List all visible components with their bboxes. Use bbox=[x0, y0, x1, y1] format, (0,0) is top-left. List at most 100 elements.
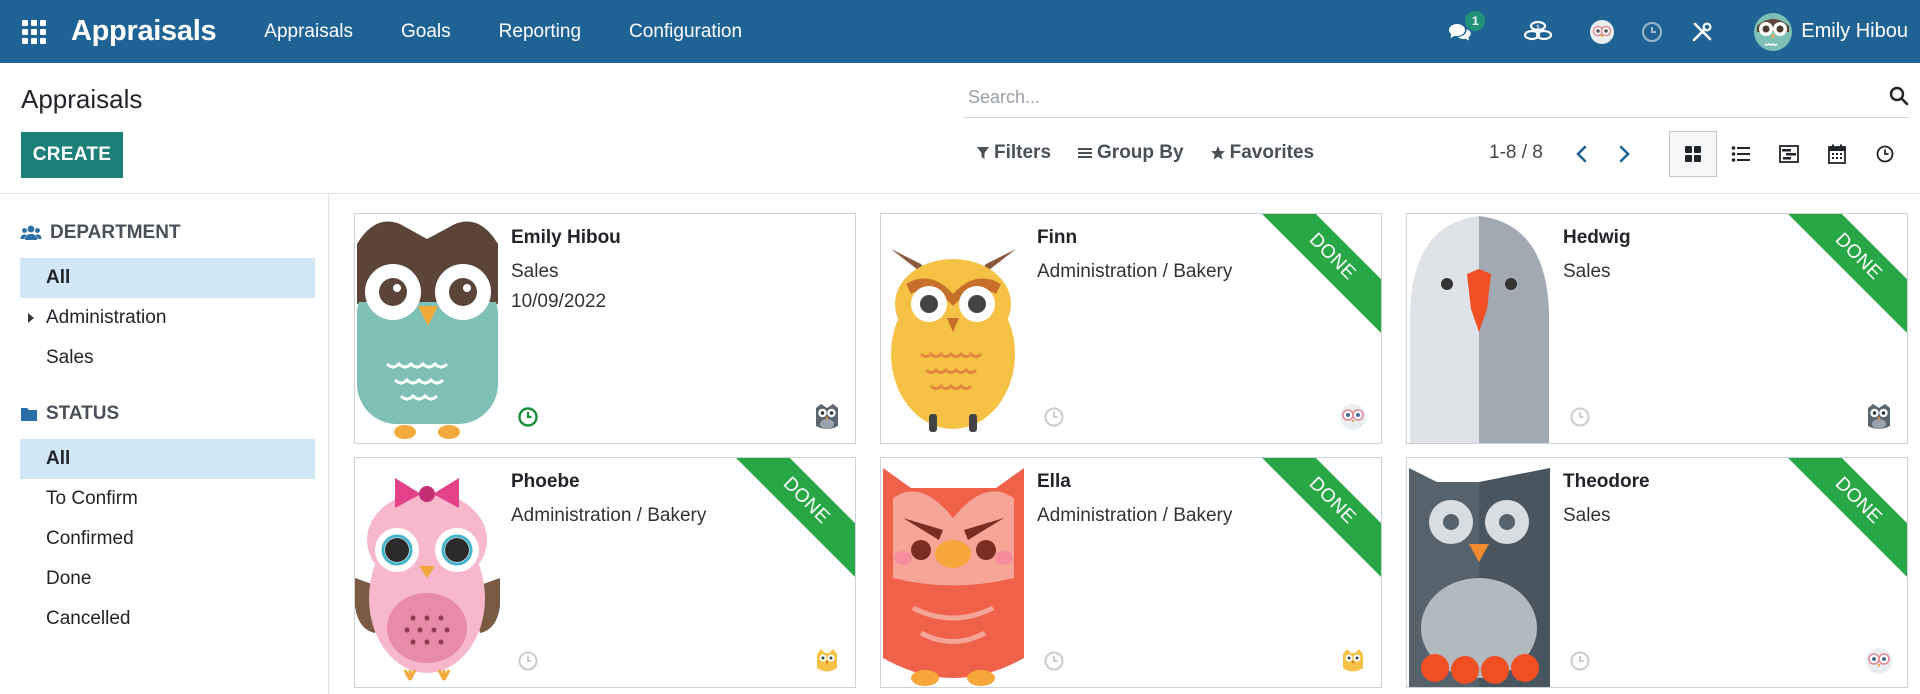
list-view-icon[interactable] bbox=[1717, 131, 1765, 177]
activity-clock-icon[interactable] bbox=[1569, 406, 1591, 428]
menu-goals[interactable]: Goals bbox=[377, 0, 475, 63]
owl-avatar-icon[interactable] bbox=[1577, 0, 1627, 63]
owner-avatar-icon[interactable] bbox=[1865, 402, 1893, 432]
search-options: Filters Group By Favorites bbox=[976, 142, 1340, 164]
status-item-cancelled[interactable]: Cancelled bbox=[20, 599, 315, 639]
search-input[interactable] bbox=[964, 78, 1864, 116]
activity-view-icon[interactable] bbox=[1861, 131, 1909, 177]
users-icon bbox=[20, 225, 42, 240]
kanban-card[interactable]: Theodore Sales DONE bbox=[1406, 457, 1908, 688]
status-item-label: All bbox=[46, 448, 71, 469]
navbar-systray: 1 $ Emily Hibou bbox=[1435, 0, 1920, 63]
owner-avatar-icon[interactable] bbox=[813, 402, 841, 432]
owner-avatar-icon[interactable] bbox=[1339, 646, 1367, 676]
search-bar bbox=[964, 78, 1909, 118]
dollar-coins-icon[interactable]: $ bbox=[1513, 0, 1563, 63]
activity-clock-icon[interactable] bbox=[1043, 406, 1065, 428]
activity-clock-icon[interactable] bbox=[1569, 650, 1591, 672]
status-item-all[interactable]: All bbox=[20, 439, 315, 479]
status-item-label: To Confirm bbox=[46, 488, 138, 509]
kanban-card[interactable]: Phoebe Administration / Bakery DONE bbox=[354, 457, 856, 688]
status-item-done[interactable]: Done bbox=[20, 559, 315, 599]
groupby-button[interactable]: Group By bbox=[1077, 142, 1184, 164]
pager-next-icon[interactable] bbox=[1612, 142, 1636, 166]
star-icon bbox=[1210, 146, 1225, 160]
employee-avatar bbox=[881, 214, 1026, 443]
favorites-button[interactable]: Favorites bbox=[1210, 142, 1314, 164]
folder-icon bbox=[21, 408, 37, 421]
card-name: Theodore bbox=[1563, 471, 1650, 492]
status-item-label: Confirmed bbox=[46, 528, 134, 549]
department-item-sales[interactable]: Sales bbox=[20, 338, 315, 378]
status-item-confirmed[interactable]: Confirmed bbox=[20, 519, 315, 559]
status-item-to-confirm[interactable]: To Confirm bbox=[20, 479, 315, 519]
chat-icon[interactable]: 1 bbox=[1435, 0, 1486, 63]
card-department: Sales bbox=[511, 261, 559, 282]
menu-reporting[interactable]: Reporting bbox=[475, 0, 605, 63]
kanban-card[interactable]: Finn Administration / Bakery DONE bbox=[880, 213, 1382, 444]
done-ribbon: DONE bbox=[1251, 458, 1381, 582]
department-header-label: DEPARTMENT bbox=[50, 222, 181, 243]
kanban-card[interactable]: Emily Hibou Sales 10/09/2022 bbox=[354, 213, 856, 444]
activity-clock-icon[interactable] bbox=[517, 406, 539, 428]
pager-previous-icon[interactable] bbox=[1570, 142, 1594, 166]
messages-badge: 1 bbox=[1465, 11, 1486, 31]
apps-grid-icon[interactable] bbox=[20, 18, 48, 46]
top-navbar: Appraisals Appraisals Goals Reporting Co… bbox=[0, 0, 1920, 63]
card-name: Phoebe bbox=[511, 471, 580, 492]
done-ribbon: DONE bbox=[1777, 214, 1907, 338]
kanban-card[interactable]: Ella Administration / Bakery DONE bbox=[880, 457, 1382, 688]
department-item-label: All bbox=[46, 267, 71, 288]
calendar-view-icon[interactable] bbox=[1813, 131, 1861, 177]
kanban-view-icon[interactable] bbox=[1669, 131, 1717, 177]
card-name: Emily Hibou bbox=[511, 227, 621, 248]
filter-icon bbox=[977, 147, 989, 159]
activity-clock-icon[interactable] bbox=[517, 650, 539, 672]
card-department: Administration / Bakery bbox=[1037, 261, 1233, 282]
department-item-all[interactable]: All bbox=[20, 258, 315, 298]
filters-label: Filters bbox=[994, 142, 1052, 163]
menu-configuration[interactable]: Configuration bbox=[605, 0, 766, 63]
kanban-card[interactable]: Hedwig Sales DONE bbox=[1406, 213, 1908, 444]
groupby-label: Group By bbox=[1097, 142, 1184, 163]
menu-appraisals[interactable]: Appraisals bbox=[240, 0, 377, 63]
user-name: Emily Hibou bbox=[1801, 20, 1908, 42]
done-ribbon: DONE bbox=[1777, 458, 1907, 582]
app-brand[interactable]: Appraisals bbox=[71, 15, 217, 48]
main-menu: Appraisals Goals Reporting Configuration bbox=[240, 0, 766, 63]
department-header: DEPARTMENT bbox=[20, 218, 315, 248]
employee-avatar bbox=[881, 458, 1026, 687]
search-icon[interactable] bbox=[1889, 86, 1909, 111]
bars-icon bbox=[1078, 148, 1093, 158]
card-department: Sales bbox=[1563, 505, 1611, 526]
view-switcher bbox=[1669, 131, 1909, 177]
user-menu[interactable]: Emily Hibou bbox=[1753, 12, 1908, 52]
owner-avatar-icon[interactable] bbox=[1339, 402, 1367, 432]
card-name: Hedwig bbox=[1563, 227, 1631, 248]
employee-avatar bbox=[355, 214, 500, 443]
department-item-administration[interactable]: Administration bbox=[20, 298, 315, 338]
activity-clock-icon[interactable] bbox=[1043, 650, 1065, 672]
caret-right-icon[interactable] bbox=[28, 313, 34, 323]
department-filter-section: DEPARTMENT All Administration Sales bbox=[20, 218, 315, 378]
card-department: Administration / Bakery bbox=[1037, 505, 1233, 526]
pager-value[interactable]: 1-8 / 8 bbox=[1489, 142, 1543, 164]
card-department: Sales bbox=[1563, 261, 1611, 282]
create-button[interactable]: CREATE bbox=[21, 132, 123, 178]
search-panel: DEPARTMENT All Administration Sales STAT… bbox=[0, 194, 329, 694]
filters-button[interactable]: Filters bbox=[976, 142, 1051, 164]
card-name: Finn bbox=[1037, 227, 1078, 248]
card-name: Ella bbox=[1037, 471, 1071, 492]
employee-avatar bbox=[1407, 214, 1552, 443]
gantt-view-icon[interactable] bbox=[1765, 131, 1813, 177]
status-item-label: Done bbox=[46, 568, 92, 589]
svg-text:$: $ bbox=[1536, 24, 1540, 31]
tools-icon[interactable] bbox=[1677, 0, 1727, 63]
user-avatar bbox=[1754, 12, 1793, 51]
owner-avatar-icon[interactable] bbox=[813, 646, 841, 676]
card-department: Administration / Bakery bbox=[511, 505, 707, 526]
status-filter-section: STATUS All To Confirm Confirmed Done Can… bbox=[20, 399, 315, 639]
clock-icon[interactable] bbox=[1627, 0, 1677, 63]
owner-avatar-icon[interactable] bbox=[1865, 646, 1893, 676]
employee-avatar bbox=[1407, 458, 1552, 687]
